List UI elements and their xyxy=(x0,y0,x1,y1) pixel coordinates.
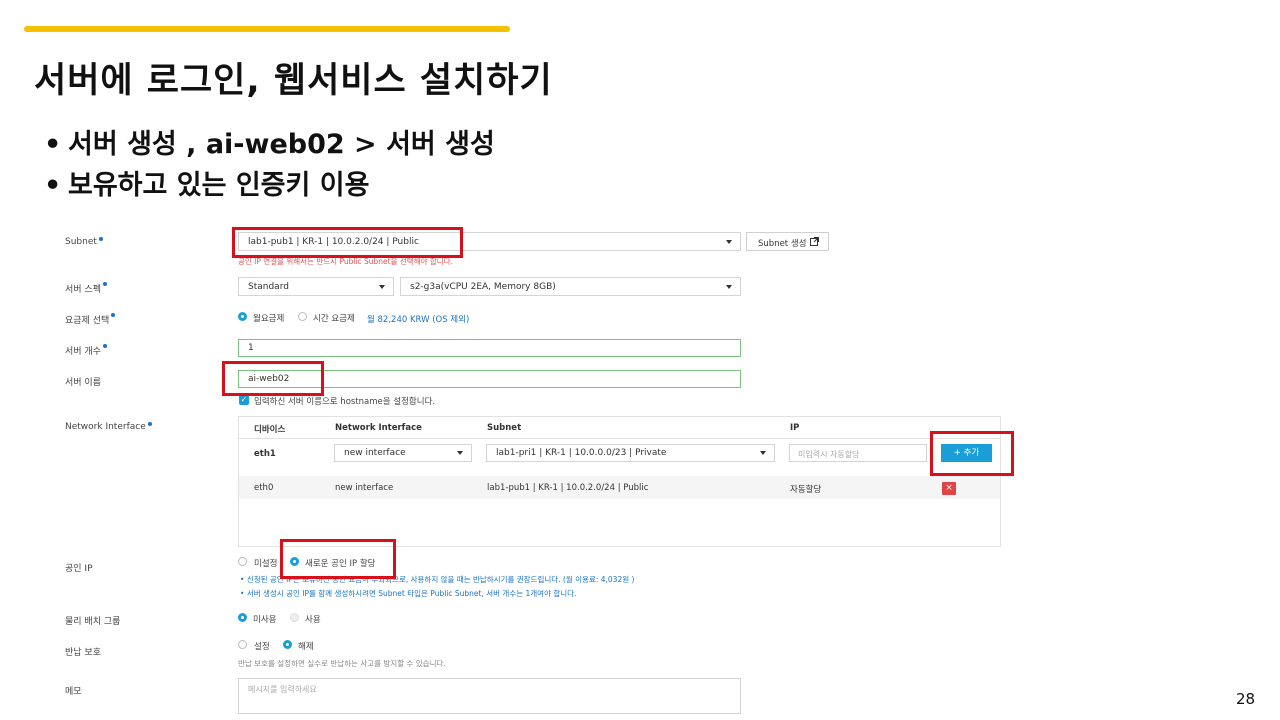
required-dot-icon xyxy=(147,422,152,426)
table-divider xyxy=(239,438,1000,439)
highlight-public-ip-box xyxy=(280,539,396,579)
placement-used-label: 사용 xyxy=(305,615,321,625)
public-ip-label: 공인 IP xyxy=(65,564,93,574)
protection-off-label: 해제 xyxy=(298,642,314,652)
count-label: 서버 개수 xyxy=(65,344,107,357)
bullet-dot-icon: • xyxy=(44,170,62,201)
column-header: 디바이스 xyxy=(254,425,286,435)
billing-label: 요금제 선택 xyxy=(65,313,116,326)
memo-textarea[interactable]: 메시지를 입력하세요 xyxy=(238,678,741,714)
public-ip-none-label: 미설정 xyxy=(254,559,278,569)
highlight-add-box xyxy=(930,431,1014,476)
spec-label: 서버 스펙 xyxy=(65,282,107,295)
protection-label: 반납 보호 xyxy=(65,648,101,658)
protection-on-label: 설정 xyxy=(254,642,270,652)
caret-down-icon xyxy=(726,284,732,289)
ip-input[interactable]: 미입력시 자동할당 xyxy=(789,444,927,462)
billing-monthly-label: 월요금제 xyxy=(253,314,285,324)
network-interface-label: Network Interface xyxy=(65,422,152,432)
protection-on-radio[interactable] xyxy=(238,640,247,649)
hostname-checkbox[interactable]: ✓ xyxy=(239,395,249,405)
row-device: eth0 xyxy=(254,483,274,493)
protection-hint: 반납 보호를 설정하면 실수로 반납하는 사고를 방지할 수 있습니다. xyxy=(238,659,446,668)
row-ip: 자동할당 xyxy=(790,485,822,495)
slide-title: 서버에 로그인, 웹서비스 설치하기 xyxy=(34,61,553,101)
bullet-item: • 보유하고 있는 인증키 이용 xyxy=(44,170,370,201)
placement-used-radio[interactable] xyxy=(290,613,299,622)
hostname-check-label: 입력하신 서버 이름으로 hostname을 설정합니다. xyxy=(254,397,436,407)
row-subnet: lab1-pub1 | KR-1 | 10.0.2.0/24 | Public xyxy=(487,483,649,493)
required-dot-icon xyxy=(98,237,103,241)
spec-size-select[interactable]: s2-g3a(vCPU 2EA, Memory 8GB) xyxy=(400,277,741,296)
column-header: Network Interface xyxy=(335,423,422,433)
public-ip-note: • 서버 생성시 공인 IP를 함께 생성하시려면 Subnet 타입은 Pub… xyxy=(240,589,577,598)
required-dot-icon xyxy=(102,344,107,348)
highlight-name-box xyxy=(222,361,324,396)
public-ip-none-radio[interactable] xyxy=(238,557,247,566)
name-label: 서버 이름 xyxy=(65,378,101,388)
row-interface: new interface xyxy=(335,483,394,493)
spec-type-select[interactable]: Standard xyxy=(238,277,394,296)
subnet-label: Subnet xyxy=(65,237,103,247)
column-header: IP xyxy=(790,423,800,433)
required-dot-icon xyxy=(111,313,116,317)
protection-off-radio[interactable] xyxy=(283,640,292,649)
placement-unused-label: 미사용 xyxy=(253,615,277,625)
accent-bar xyxy=(24,26,510,32)
billing-price: 월 82,240 KRW (OS 제외) xyxy=(367,315,470,325)
subnet-create-button[interactable]: Subnet 생성 xyxy=(746,232,829,251)
caret-down-icon xyxy=(379,284,385,289)
delete-interface-button[interactable]: × xyxy=(942,482,956,495)
network-subnet-select[interactable]: lab1-pri1 | KR-1 | 10.0.0.0/23 | Private xyxy=(486,444,775,462)
billing-monthly-radio[interactable] xyxy=(238,312,247,321)
caret-down-icon xyxy=(760,451,766,455)
external-link-icon xyxy=(810,237,819,246)
billing-hourly-label: 시간 요금제 xyxy=(313,314,355,324)
bullet-item: • 서버 생성 , ai-web02 > 서버 생성 xyxy=(44,129,495,160)
memo-label: 메모 xyxy=(65,687,82,697)
placement-unused-radio[interactable] xyxy=(238,613,247,622)
billing-hourly-radio[interactable] xyxy=(298,312,307,321)
new-row-device: eth1 xyxy=(254,449,276,459)
bullet-dot-icon: • xyxy=(44,129,62,160)
network-interface-select[interactable]: new interface xyxy=(334,444,472,462)
server-count-input[interactable]: 1 xyxy=(238,339,741,357)
highlight-subnet-box xyxy=(232,227,463,258)
caret-down-icon xyxy=(457,451,463,455)
placement-label: 물리 배치 그룹 xyxy=(65,617,121,627)
page-number: 28 xyxy=(1236,690,1256,708)
required-dot-icon xyxy=(102,282,107,286)
caret-down-icon xyxy=(726,239,732,244)
column-header: Subnet xyxy=(487,423,522,433)
